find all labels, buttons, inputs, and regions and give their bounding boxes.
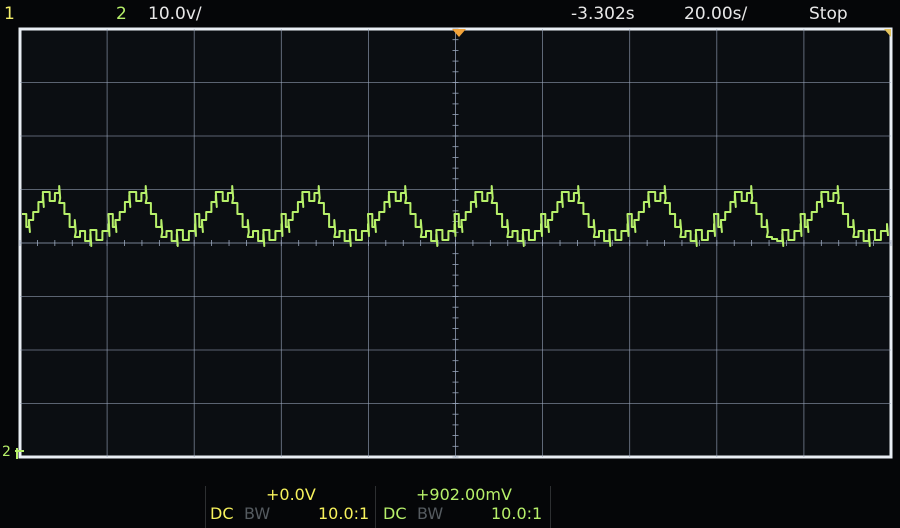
- channel1-bw-limit[interactable]: BW: [244, 504, 270, 524]
- channel2-bw-limit[interactable]: BW: [417, 504, 443, 524]
- bottom-divider: [205, 486, 206, 528]
- channel2-coupling[interactable]: DC: [383, 504, 407, 524]
- channel1-coupling[interactable]: DC: [210, 504, 234, 524]
- ch2-ground-marker[interactable]: 2: [2, 444, 11, 460]
- bottom-divider: [550, 486, 551, 528]
- waveform-display: 2: [2, 27, 893, 460]
- channel2-probe[interactable]: 10.0:1: [491, 504, 542, 524]
- channel1-offset[interactable]: +0.0V: [266, 485, 316, 505]
- oscilloscope-screen: 1 2 10.0v/ -3.302s 20.00s/ Stop 2 +0.0V …: [0, 0, 900, 528]
- channel1-probe[interactable]: 10.0:1: [318, 504, 369, 524]
- bottom-divider: [375, 486, 376, 528]
- channel2-offset[interactable]: +902.00mV: [416, 485, 512, 505]
